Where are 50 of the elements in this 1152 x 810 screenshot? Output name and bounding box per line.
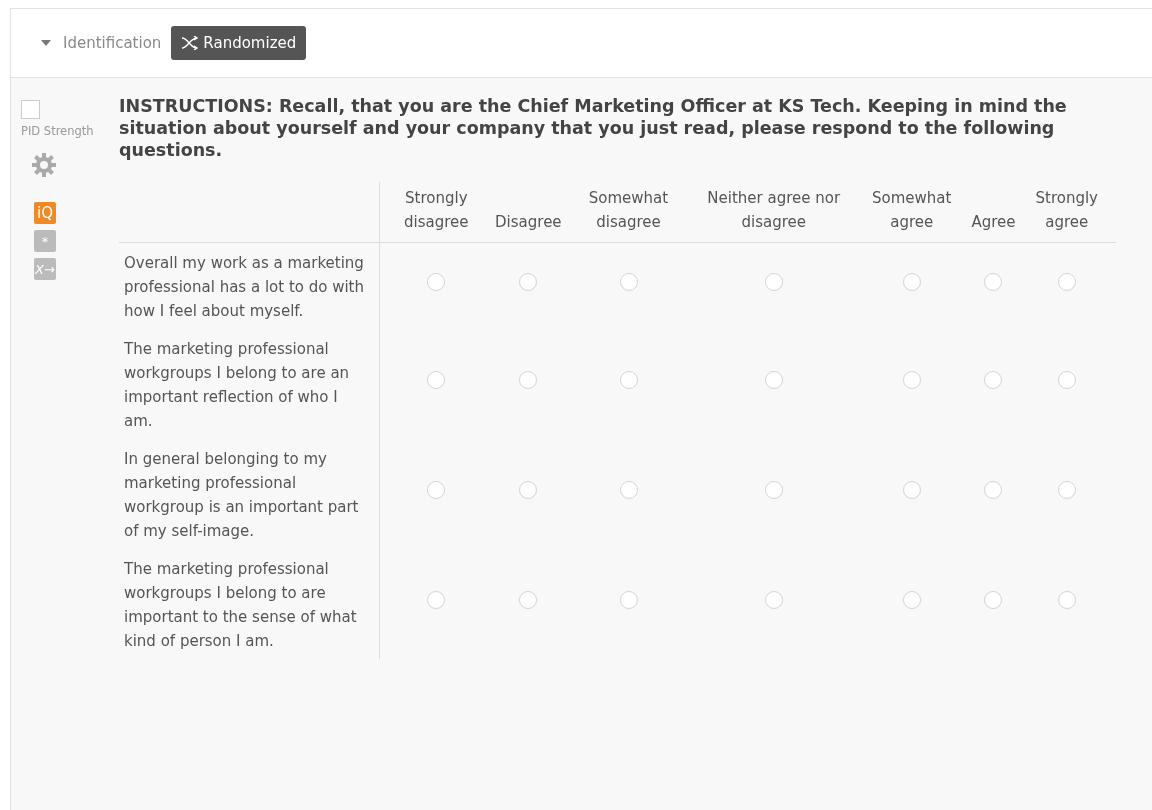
checkbox-label: PID Strength (21, 123, 94, 140)
column-header: Somewhat agree (871, 187, 953, 233)
radio-button[interactable] (427, 591, 446, 610)
column-header: Strongly agree (1034, 187, 1099, 233)
statement-text: The marketing professional workgroups I belong to are an important reflection of who I am. (124, 339, 350, 430)
radio-button[interactable] (519, 371, 538, 390)
radio-button[interactable] (902, 273, 921, 292)
column-header: Agree (971, 211, 1016, 233)
radio-button[interactable] (984, 481, 1003, 500)
radio-button[interactable] (619, 371, 638, 390)
radio-button[interactable] (519, 481, 538, 500)
radio-button[interactable] (764, 273, 783, 292)
radio-button[interactable] (619, 273, 638, 292)
radio-button[interactable] (984, 371, 1003, 390)
statement-text: In general belonging to my marketing professional workgroup is an important part of my self-image. (124, 449, 359, 540)
validation-button[interactable]: X→ (34, 258, 56, 281)
radio-button[interactable] (519, 591, 538, 610)
column-header: Strongly disagree (403, 187, 470, 233)
radio-button[interactable] (427, 273, 446, 292)
radio-button[interactable] (902, 591, 921, 610)
radio-button[interactable] (902, 371, 921, 390)
column-header: Disagree (495, 211, 562, 233)
required-button[interactable]: * (34, 230, 56, 253)
caret-icon (41, 40, 51, 46)
radio-button[interactable] (984, 273, 1003, 292)
radio-button[interactable] (764, 371, 783, 390)
randomized-badge: Randomized (171, 25, 307, 61)
radio-button[interactable] (1057, 591, 1076, 610)
radio-button[interactable] (902, 481, 921, 500)
radio-button[interactable] (984, 591, 1003, 610)
radio-button[interactable] (1057, 481, 1076, 500)
column-header: Somewhat disagree (587, 187, 670, 233)
radio-button[interactable] (427, 371, 446, 390)
radio-button[interactable] (1057, 273, 1076, 292)
radio-button[interactable] (764, 591, 783, 610)
radio-button[interactable] (764, 481, 783, 500)
radio-button[interactable] (519, 273, 538, 292)
column-header: Neither agree nor disagree (706, 187, 842, 233)
radio-button[interactable] (619, 591, 638, 610)
radio-button[interactable] (427, 481, 446, 500)
iq-button[interactable]: iQ (34, 202, 56, 225)
gear-icon[interactable] (31, 152, 57, 179)
radio-button[interactable] (619, 481, 638, 500)
checkbox[interactable] (21, 100, 40, 119)
statement-text: Overall my work as a marketing professional has a lot to do with how I feel about myself. (124, 253, 364, 320)
shuffle-icon (181, 36, 200, 50)
block-title: Identification (63, 32, 162, 54)
statement-text: The marketing professional workgroups I belong to are important to the sense of what kind of person I am. (124, 559, 357, 650)
question-text: INSTRUCTIONS: Recall, that you are the Chief Marketing Officer at KS Tech. Keeping in mind the situation about yourself and your company that you just read, please respond to the following questions. (119, 96, 1068, 162)
radio-button[interactable] (1057, 371, 1076, 390)
